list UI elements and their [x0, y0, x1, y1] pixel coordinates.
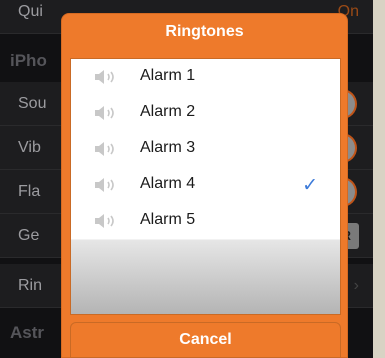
speaker-icon: [95, 106, 114, 120]
ringtone-item-alarm-4[interactable]: Alarm 4 ✓: [71, 167, 340, 203]
ringtone-item-alarm-3[interactable]: Alarm 3: [71, 131, 340, 167]
cancel-button[interactable]: Cancel: [70, 322, 341, 358]
settings-row-label: Sou: [18, 95, 47, 112]
checkmark-icon: ✓: [302, 175, 318, 196]
ringtone-label: Alarm 2: [140, 103, 196, 120]
settings-row-label: Vib: [18, 139, 41, 156]
dialog-title: Ringtones: [165, 23, 244, 40]
ringtone-label: Alarm 3: [140, 139, 196, 156]
ringtone-list[interactable]: Alarm 1 Alarm 2 Alarm 3 Alarm 4 ✓ Alarm …: [70, 58, 341, 315]
speaker-icon: [95, 142, 114, 156]
settings-row-label: Rin: [18, 277, 43, 294]
speaker-icon: [95, 214, 114, 228]
speaker-icon: [95, 178, 114, 192]
speaker-icon: [95, 70, 114, 84]
ringtones-dialog: Ringtones Alarm 1 Alarm 2 Alarm 3 Alarm …: [61, 13, 348, 358]
ringtone-item-alarm-1[interactable]: Alarm 1: [71, 59, 340, 95]
chevron-right-icon: ›: [353, 277, 359, 294]
ringtone-label: Alarm 1: [140, 67, 196, 84]
ringtone-label: Alarm 4: [140, 175, 196, 192]
ringtone-label: Alarm 5: [140, 211, 196, 228]
settings-row-label: Qui: [18, 3, 43, 20]
ringtone-item-alarm-5[interactable]: Alarm 5: [71, 203, 340, 239]
ringtone-item-alarm-2[interactable]: Alarm 2: [71, 95, 340, 131]
settings-row-label: Ge: [18, 227, 40, 244]
settings-row-label: Fla: [18, 183, 41, 200]
